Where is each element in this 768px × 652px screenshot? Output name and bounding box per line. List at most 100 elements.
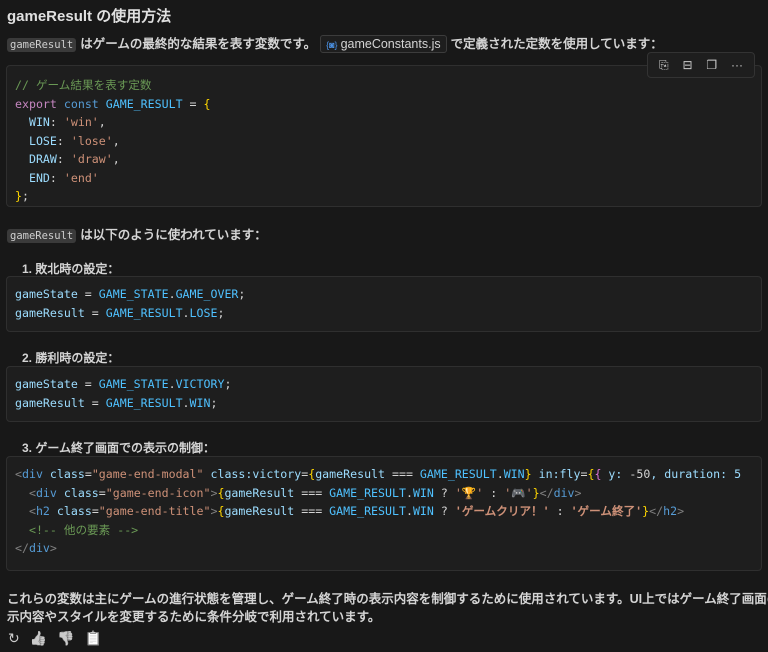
code-line: gameResult = GAME_RESULT.LOSE; xyxy=(15,304,753,323)
apply-icon[interactable]: ⎘ xyxy=(659,58,669,73)
code-line: DRAW: 'draw', xyxy=(15,150,753,169)
code-token: ; xyxy=(217,305,225,320)
feedback-bar: ↻ 👍 👎 📋 xyxy=(8,630,102,647)
code-line: gameState = GAME_STATE.VICTORY; xyxy=(15,375,753,394)
code-token: div xyxy=(553,485,575,500)
insert-icon[interactable]: ⊟ xyxy=(682,58,692,72)
copy-response-icon[interactable]: 📋 xyxy=(85,630,102,647)
code-token: y: xyxy=(601,467,630,481)
code-token: const xyxy=(63,96,99,111)
code-token: </ xyxy=(649,504,664,518)
code-token: < xyxy=(15,467,22,481)
code-token: , duration: 5 xyxy=(650,467,742,481)
code-token: '🎮' xyxy=(504,485,533,500)
intro-text: gameResult はゲームの最終的な結果を表す変数です。 {◙} gameCons… xyxy=(7,33,663,53)
code-token: class xyxy=(56,485,99,500)
code-line: // ゲーム結果を表す定数 xyxy=(15,76,753,95)
code-token: GAME_OVER xyxy=(175,287,239,301)
code-token: : xyxy=(49,115,64,129)
code-token: gameResult xyxy=(315,467,386,481)
code-token: } xyxy=(15,189,22,203)
code-line: <div class="game-end-icon">{gameResult =… xyxy=(15,484,753,503)
code-line: gameState = GAME_STATE.GAME_OVER; xyxy=(15,285,753,304)
code-token: class xyxy=(49,504,92,518)
code-token: === xyxy=(385,467,420,481)
intro-part2: で定義された定数を使用しています： xyxy=(450,37,663,51)
file-name: gameConstants.js xyxy=(340,37,441,51)
intro-part1: はゲームの最終的な結果を表す変数です。 xyxy=(80,37,317,51)
code-token: , xyxy=(98,115,106,129)
code-token: <!-- 他の要素 --> xyxy=(15,522,139,537)
code-token: } xyxy=(524,467,532,481)
code-token: . xyxy=(405,485,413,500)
more-icon[interactable]: ··· xyxy=(731,58,743,72)
code-token: class xyxy=(42,467,85,481)
code-token: WIN xyxy=(412,504,434,518)
list-item: 3. ゲーム終了画面での表示の制御： xyxy=(22,441,215,455)
code-token: > xyxy=(677,504,685,518)
code-block-win: gameState = GAME_STATE.VICTORY; gameResul… xyxy=(6,366,762,422)
code-token: > xyxy=(574,485,582,500)
code-token: = xyxy=(98,485,106,500)
file-reference[interactable]: {◙} gameConstants.js xyxy=(320,35,447,53)
code-token: GAME_RESULT xyxy=(105,395,183,410)
code-token: GAME_STATE xyxy=(98,377,169,391)
code-token: = xyxy=(182,96,204,111)
usage-text: gameResult は以下のように使われています： xyxy=(7,224,267,243)
code-block-constants: // ゲーム結果を表す定数 export const GAME_RESULT = … xyxy=(6,65,762,207)
thumbs-down-icon[interactable]: 👎 xyxy=(57,630,74,647)
code-token: 'lose' xyxy=(70,133,113,148)
code-line: END: 'end' xyxy=(15,169,753,188)
code-token: div xyxy=(35,485,57,500)
code-token: ? xyxy=(433,504,455,518)
code-token: = xyxy=(91,504,99,518)
code-token: </ xyxy=(539,485,554,500)
code-token: WIN xyxy=(15,115,50,129)
code-token: VICTORY xyxy=(175,377,225,391)
code-token: : xyxy=(56,152,71,166)
thumbs-up-icon[interactable]: 👍 xyxy=(30,630,47,647)
code-toolbar: ⎘ ⊟ ❐ ··· xyxy=(647,52,755,78)
code-token: GAME_RESULT xyxy=(105,305,183,320)
code-line: <h2 class="game-end-title">{gameResult =… xyxy=(15,502,753,521)
retry-icon[interactable]: ↻ xyxy=(8,630,20,647)
code-token: === xyxy=(294,504,330,518)
code-line: export const GAME_RESULT = { xyxy=(15,95,753,114)
code-token: DRAW xyxy=(15,152,57,166)
code-token: in:fly xyxy=(531,467,581,481)
code-token: GAME_RESULT xyxy=(329,504,406,518)
summary-line-2: 示内容やスタイルを変更するために条件分岐で利用されています。 xyxy=(7,610,381,624)
code-token: = xyxy=(77,377,99,391)
code-token: ? xyxy=(433,485,455,500)
code-token: GAME_STATE xyxy=(98,287,169,301)
code-token: GAME_RESULT xyxy=(419,467,497,481)
code-token: ; xyxy=(238,287,246,301)
code-token: gameState xyxy=(15,377,78,391)
code-token: === xyxy=(294,485,330,500)
code-token: "game-end-title" xyxy=(98,504,211,518)
code-token: ; xyxy=(21,189,29,203)
code-token: 'ゲーム終了' xyxy=(570,504,643,518)
page-title: gameResult の使用方法 xyxy=(7,8,172,25)
code-token: WIN xyxy=(189,395,211,410)
code-token: : xyxy=(549,504,571,518)
code-token: . xyxy=(405,504,413,518)
code-token: 'end' xyxy=(63,170,99,185)
code-token: . xyxy=(168,377,176,391)
code-token: "game-end-icon" xyxy=(105,485,211,500)
code-token: { xyxy=(203,96,211,111)
usage-label: は以下のように使われています： xyxy=(80,228,267,242)
code-token: WIN xyxy=(412,485,434,500)
code-block-template: <div class="game-end-modal" class:victor… xyxy=(6,456,762,571)
code-token: '🏆' xyxy=(454,485,484,500)
copy-icon[interactable]: ❐ xyxy=(706,58,717,72)
code-token: < xyxy=(15,485,36,500)
code-token: GAME_RESULT xyxy=(329,485,406,500)
code-token: = xyxy=(84,305,106,320)
code-line: <div class="game-end-modal" class:victor… xyxy=(15,465,753,484)
code-token: : xyxy=(483,485,505,500)
code-token: = xyxy=(77,287,99,301)
code-block-lose: gameState = GAME_STATE.GAME_OVER; gameRes… xyxy=(6,276,762,332)
inline-code: gameResult xyxy=(7,38,77,52)
